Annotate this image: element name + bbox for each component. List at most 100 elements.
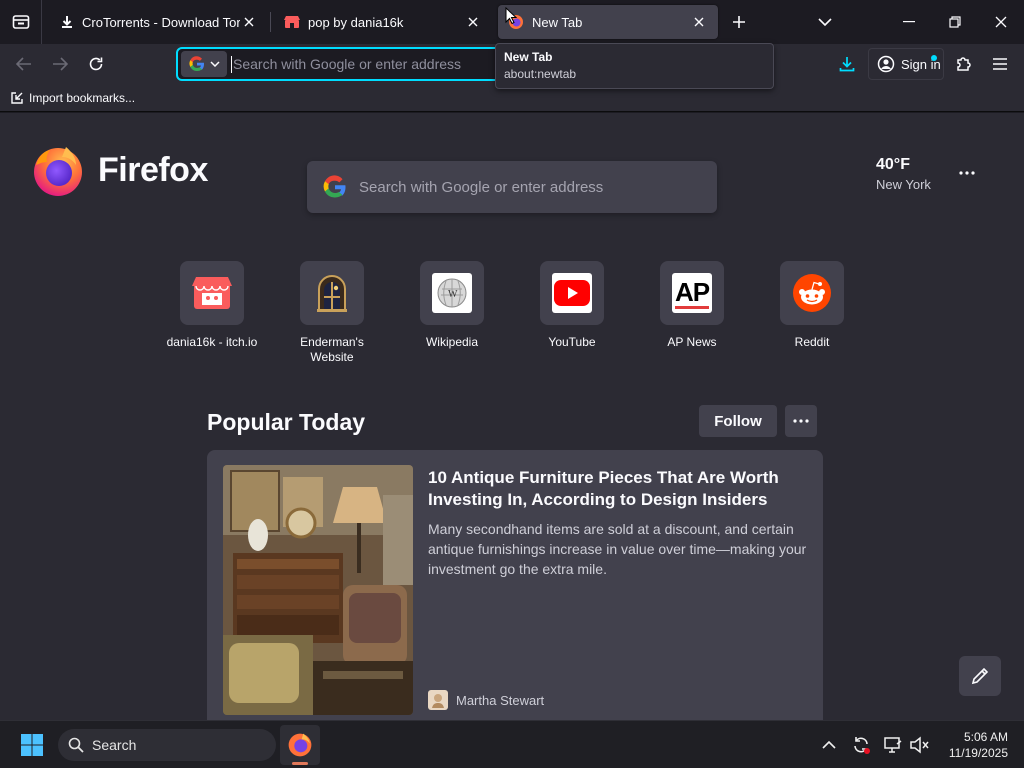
tab-separator bbox=[270, 12, 271, 32]
back-button[interactable] bbox=[8, 48, 40, 80]
shortcut-icon-box bbox=[540, 261, 604, 325]
shortcut-icon-box: AP bbox=[660, 261, 724, 325]
close-icon bbox=[995, 16, 1007, 28]
account-icon bbox=[877, 55, 895, 73]
tab-title: CroTorrents - Download Torrent bbox=[82, 14, 240, 30]
tab-crotorrents[interactable]: CroTorrents - Download Torrent bbox=[50, 5, 268, 39]
weather-widget[interactable]: 40°F New York bbox=[876, 156, 931, 192]
downloads-button[interactable] bbox=[831, 48, 863, 80]
itch-io-icon bbox=[284, 16, 300, 28]
reload-button[interactable] bbox=[80, 48, 112, 80]
plus-icon bbox=[733, 16, 745, 28]
shortcut-tile[interactable]: YouTube bbox=[520, 261, 624, 350]
tab-close-button[interactable] bbox=[240, 13, 258, 31]
tab-hover-preview: New Tab about:newtab bbox=[495, 43, 774, 89]
sync-tray-button[interactable] bbox=[849, 733, 873, 757]
wikipedia-icon-bg: W bbox=[432, 273, 472, 313]
start-button[interactable] bbox=[14, 729, 50, 761]
taskbar-firefox[interactable] bbox=[280, 725, 320, 765]
sync-icon bbox=[854, 737, 870, 754]
close-icon bbox=[694, 17, 704, 27]
tab-close-button[interactable] bbox=[690, 13, 708, 31]
follow-button[interactable]: Follow bbox=[699, 405, 777, 437]
mouse-cursor-icon bbox=[505, 7, 517, 25]
clock-time: 5:06 AM bbox=[963, 730, 1008, 744]
shortcut-label: AP News bbox=[667, 335, 717, 349]
taskbar-search[interactable]: Search bbox=[58, 729, 276, 761]
weather-city: New York bbox=[876, 177, 931, 192]
tab-pop-dania16k[interactable]: pop by dania16k bbox=[274, 5, 492, 39]
new-tab-button[interactable] bbox=[718, 0, 760, 44]
story-thumbnail bbox=[223, 465, 413, 715]
shortcut-tile[interactable]: Enderman's Website bbox=[280, 261, 384, 365]
restore-button[interactable] bbox=[932, 0, 978, 44]
shortcut-tile[interactable]: dania16k - itch.io bbox=[160, 261, 264, 350]
story-card[interactable]: 10 Antique Furniture Pieces That Are Wor… bbox=[207, 450, 823, 720]
speaker-muted-icon bbox=[910, 736, 929, 754]
shortcut-tile[interactable]: W Wikipedia bbox=[400, 261, 504, 350]
chevron-down-icon bbox=[209, 61, 220, 67]
address-input[interactable] bbox=[233, 56, 493, 72]
chevron-down-icon bbox=[818, 18, 832, 27]
firefox-logo-icon bbox=[34, 147, 82, 196]
tab-new-tab[interactable]: New Tab bbox=[498, 5, 718, 39]
firefox-logo: Firefox bbox=[32, 143, 208, 197]
tab-preview-title: New Tab bbox=[504, 50, 553, 64]
shortcut-tile[interactable]: AP AP News bbox=[640, 261, 744, 350]
wikipedia-icon: W bbox=[437, 278, 467, 308]
extensions-button[interactable] bbox=[948, 48, 980, 80]
show-hidden-icons-button[interactable] bbox=[817, 733, 841, 757]
tab-title: New Tab bbox=[532, 14, 583, 30]
system-clock[interactable]: 5:06 AM 11/19/2025 bbox=[930, 729, 1020, 761]
shortcut-label: Wikipedia bbox=[425, 335, 479, 349]
back-arrow-icon bbox=[16, 57, 31, 71]
firefox-view-icon bbox=[12, 15, 29, 29]
sign-in-button[interactable]: Sign in bbox=[868, 48, 944, 80]
weather-menu-button[interactable] bbox=[952, 161, 982, 185]
shortcut-icon-box bbox=[180, 261, 244, 325]
firefox-wordmark: Firefox bbox=[98, 150, 208, 189]
network-tray-button[interactable] bbox=[881, 733, 905, 757]
shortcut-icon-box: W bbox=[420, 261, 484, 325]
customize-button[interactable] bbox=[959, 656, 1001, 696]
shortcuts-grid: dania16k - itch.io Enderman's Website W … bbox=[160, 261, 880, 371]
source-name: Martha Stewart bbox=[456, 692, 545, 708]
newtab-search-box[interactable]: Search with Google or enter address bbox=[307, 161, 717, 213]
youtube-icon-bg bbox=[552, 273, 592, 313]
section-menu-button[interactable] bbox=[785, 405, 817, 437]
firefox-view-button[interactable] bbox=[0, 0, 42, 44]
more-horizontal-icon bbox=[959, 171, 975, 175]
forward-arrow-icon bbox=[53, 57, 68, 71]
reddit-icon bbox=[793, 274, 831, 312]
volume-tray-button[interactable] bbox=[907, 733, 931, 757]
search-engine-button[interactable] bbox=[181, 51, 227, 77]
active-app-indicator bbox=[292, 762, 308, 765]
firefox-icon bbox=[288, 733, 312, 757]
close-window-button[interactable] bbox=[978, 0, 1024, 44]
notification-dot bbox=[931, 55, 937, 61]
reload-icon bbox=[89, 57, 103, 71]
import-bookmarks-button[interactable]: Import bookmarks... bbox=[10, 89, 135, 107]
shortcut-label: YouTube bbox=[548, 335, 596, 349]
list-all-tabs-button[interactable] bbox=[804, 0, 846, 44]
forward-button[interactable] bbox=[44, 48, 76, 80]
story-title[interactable]: 10 Antique Furniture Pieces That Are Wor… bbox=[428, 467, 798, 511]
youtube-icon bbox=[554, 280, 590, 306]
shortcut-icon-box bbox=[780, 261, 844, 325]
antique-furniture-image bbox=[223, 465, 413, 715]
shortcut-label: Reddit bbox=[794, 335, 830, 349]
download-icon bbox=[839, 57, 855, 72]
windows-logo-icon bbox=[21, 734, 43, 756]
shortcut-tile[interactable]: Reddit bbox=[760, 261, 864, 350]
search-icon bbox=[68, 737, 84, 753]
castle-window-icon bbox=[317, 275, 347, 312]
ap-news-icon: AP bbox=[672, 273, 712, 313]
app-menu-button[interactable] bbox=[984, 48, 1016, 80]
minimize-button[interactable] bbox=[886, 0, 932, 44]
shortcut-icon-box bbox=[300, 261, 364, 325]
story-source: Martha Stewart bbox=[428, 690, 544, 710]
close-icon bbox=[468, 17, 478, 27]
itch-io-icon bbox=[192, 277, 232, 309]
tab-close-button[interactable] bbox=[464, 13, 482, 31]
restore-icon bbox=[949, 16, 961, 28]
